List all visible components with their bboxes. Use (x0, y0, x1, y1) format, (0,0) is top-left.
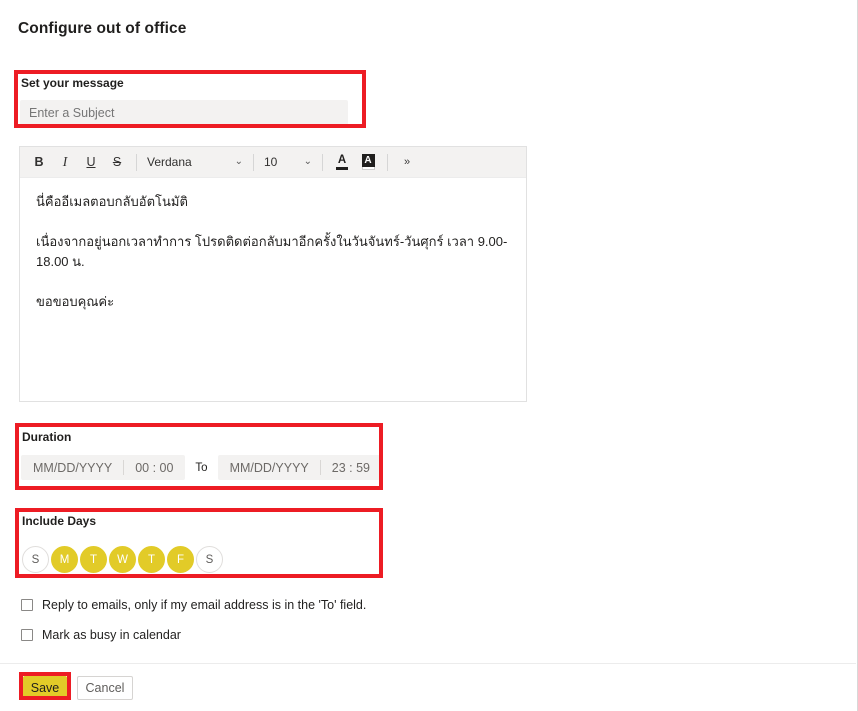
strikethrough-icon[interactable]: S (104, 149, 130, 175)
subject-input[interactable] (20, 100, 348, 125)
duration-row: MM/DD/YYYY 00 : 00 To MM/DD/YYYY 23 : 59 (21, 455, 382, 480)
configure-out-of-office-page: Configure out of office Set your message… (0, 0, 858, 711)
set-your-message-label: Set your message (21, 76, 124, 90)
bold-icon[interactable]: B (26, 149, 52, 175)
footer-divider (0, 663, 856, 664)
font-color-icon[interactable]: A (329, 149, 355, 175)
font-family-value: Verdana (147, 155, 192, 169)
message-editor: B I U S Verdana ⌄ 10 ⌄ A A » นี่คืออีเมล… (19, 146, 527, 402)
day-chip-wednesday[interactable]: W (109, 546, 136, 573)
end-time-input[interactable]: 23 : 59 (321, 461, 382, 475)
start-datetime-field[interactable]: MM/DD/YYYY 00 : 00 (21, 455, 186, 480)
message-paragraph: ขอขอบคุณค่ะ (36, 294, 115, 310)
more-formatting-options-icon[interactable]: » (394, 149, 420, 175)
italic-icon[interactable]: I (52, 149, 78, 175)
cancel-button[interactable]: Cancel (77, 676, 133, 700)
reply-to-checkbox[interactable] (21, 599, 33, 611)
day-chip-friday[interactable]: F (167, 546, 194, 573)
day-chip-tuesday[interactable]: T (80, 546, 107, 573)
duration-label: Duration (22, 430, 72, 444)
include-days-label: Include Days (22, 514, 97, 528)
message-body[interactable]: นี่คืออีเมลตอบกลับอัตโนมัติ เนื่องจากอยู… (20, 178, 526, 401)
save-button[interactable]: Save (23, 676, 67, 700)
underline-icon[interactable]: U (78, 149, 104, 175)
chevron-down-icon: ⌄ (303, 156, 312, 167)
start-date-input[interactable]: MM/DD/YYYY (21, 461, 123, 475)
message-paragraph: นี่คืออีเมลตอบกลับอัตโนมัติ (36, 194, 188, 209)
toolbar-divider (322, 153, 323, 171)
mark-busy-label: Mark as busy in calendar (42, 628, 181, 642)
highlight-color-icon[interactable]: A (355, 149, 381, 175)
page-title: Configure out of office (18, 20, 187, 37)
toolbar-divider (253, 153, 254, 171)
editor-toolbar: B I U S Verdana ⌄ 10 ⌄ A A » (20, 147, 526, 178)
font-size-value: 10 (264, 155, 278, 169)
include-days-row: S M T W T F S (22, 546, 223, 573)
start-time-input[interactable]: 00 : 00 (124, 461, 185, 475)
reply-to-label: Reply to emails, only if my email addres… (42, 598, 367, 612)
day-chip-saturday[interactable]: S (196, 546, 223, 573)
mark-busy-checkbox[interactable] (21, 629, 33, 641)
toolbar-divider (136, 153, 137, 171)
day-chip-sunday[interactable]: S (22, 546, 49, 573)
font-color-letter: A (337, 153, 347, 166)
font-size-select[interactable]: 10 ⌄ (260, 149, 316, 175)
day-chip-thursday[interactable]: T (138, 546, 165, 573)
font-family-select[interactable]: Verdana ⌄ (143, 149, 247, 175)
font-color-swatch (336, 166, 348, 170)
highlight-letter: A (361, 154, 375, 167)
toolbar-divider (387, 153, 388, 171)
mark-busy-option-row[interactable]: Mark as busy in calendar (21, 628, 181, 642)
highlight-color-swatch (361, 167, 375, 170)
end-datetime-field[interactable]: MM/DD/YYYY 23 : 59 (217, 455, 382, 480)
day-chip-monday[interactable]: M (51, 546, 78, 573)
to-label: To (195, 461, 208, 474)
end-date-input[interactable]: MM/DD/YYYY (218, 461, 320, 475)
chevron-down-icon: ⌄ (234, 156, 243, 167)
message-paragraph: เนื่องจากอยู่นอกเวลาทำการ โปรดติดต่อกลับ… (36, 234, 508, 270)
reply-to-option-row[interactable]: Reply to emails, only if my email addres… (21, 598, 366, 612)
